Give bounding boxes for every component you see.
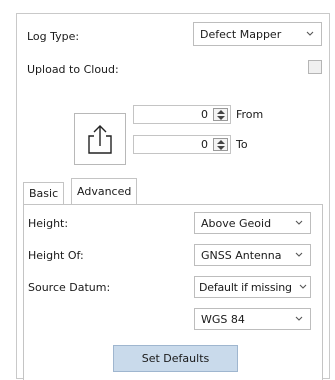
tab-advanced[interactable]: Advanced (71, 178, 138, 204)
source-datum-value: Default if missing (199, 280, 292, 294)
chevron-down-icon (306, 31, 314, 36)
from-value: 0 (201, 108, 208, 121)
upload-cloud-label: Upload to Cloud: (27, 63, 119, 76)
chevron-down-icon (295, 316, 303, 321)
source-datum-dropdown[interactable]: Default if missing (194, 276, 311, 298)
to-value: 0 (201, 138, 208, 151)
settings-panel: Log Type: Defect Mapper Upload to Cloud:… (16, 13, 330, 380)
spin-down-icon (217, 146, 225, 150)
from-spin-arrows[interactable] (213, 108, 228, 121)
spin-up-icon (217, 140, 225, 144)
chevron-down-icon (295, 252, 303, 257)
tab-basic-label: Basic (29, 187, 59, 200)
log-type-label: Log Type: (27, 30, 80, 43)
from-label: From (236, 108, 264, 121)
datum-value: WGS 84 (201, 312, 245, 326)
log-type-dropdown[interactable]: Defect Mapper (193, 22, 322, 46)
height-of-value: GNSS Antenna (201, 248, 282, 262)
upload-cloud-checkbox[interactable] (308, 60, 322, 74)
set-defaults-label: Set Defaults (141, 352, 210, 365)
spin-down-icon (217, 116, 225, 120)
upload-button[interactable] (74, 113, 126, 165)
height-dropdown[interactable]: Above Geoid (194, 212, 311, 234)
from-spinner[interactable]: 0 (133, 105, 231, 124)
chevron-down-icon (299, 284, 307, 289)
source-datum-label: Source Datum: (28, 281, 111, 294)
advanced-tab-content: Height: Above Geoid Height Of: GNSS Ante… (23, 204, 323, 380)
tab-advanced-label: Advanced (77, 185, 132, 198)
to-spinner[interactable]: 0 (133, 135, 231, 154)
datum-dropdown[interactable]: WGS 84 (194, 308, 311, 330)
to-spin-arrows[interactable] (213, 138, 228, 151)
to-label: To (236, 138, 248, 151)
log-type-value: Defect Mapper (200, 27, 282, 41)
height-of-dropdown[interactable]: GNSS Antenna (194, 244, 311, 266)
chevron-down-icon (295, 220, 303, 225)
upload-icon (88, 125, 112, 154)
height-value: Above Geoid (201, 216, 272, 230)
set-defaults-button[interactable]: Set Defaults (113, 345, 238, 372)
spin-up-icon (217, 110, 225, 114)
height-label: Height: (28, 217, 69, 230)
height-of-label: Height Of: (28, 249, 84, 262)
tab-basic[interactable]: Basic (23, 182, 65, 204)
